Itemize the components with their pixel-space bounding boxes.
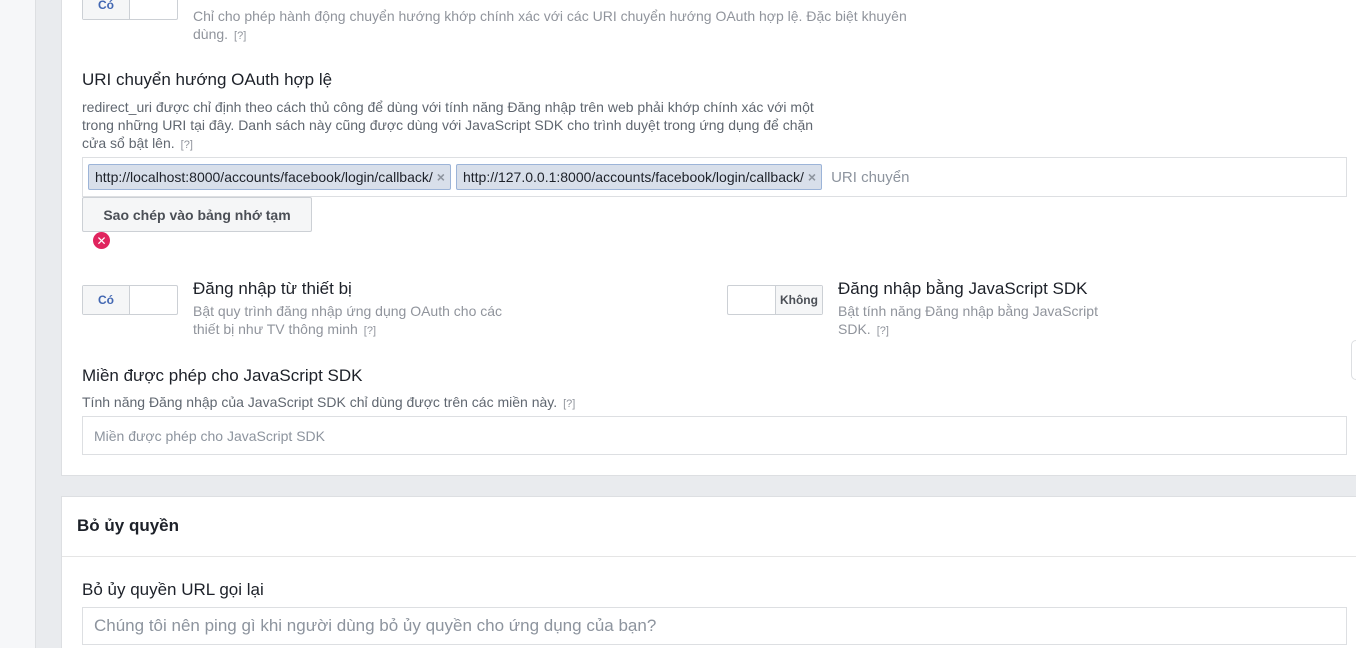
help-link[interactable]: [?]	[563, 398, 575, 410]
device-login-desc: Bật quy trình đăng nhập ứng dụng OAuth c…	[193, 303, 503, 337]
error-x-icon: ✕	[93, 232, 110, 249]
redirect-uri-tag: http://127.0.0.1:8000/accounts/facebook/…	[455, 164, 823, 190]
redirect-uri-input[interactable]: URI chuyển	[831, 169, 909, 186]
side-scroll-handle[interactable]	[1351, 340, 1356, 380]
redirect-uri-tag: http://localhost:8000/accounts/facebook/…	[88, 164, 451, 190]
remove-tag-icon[interactable]: ×	[437, 169, 445, 185]
device-login-title: Đăng nhập từ thiết bị	[193, 279, 352, 298]
toggle-on-label: Có	[83, 0, 131, 19]
help-link[interactable]: [?]	[877, 325, 889, 337]
help-link[interactable]: [?]	[181, 139, 193, 151]
section-divider	[62, 556, 1356, 557]
toggle-on-label: Có	[83, 286, 131, 314]
help-link[interactable]: [?]	[364, 325, 376, 337]
js-domains-label: Miền được phép cho JavaScript SDK	[82, 366, 363, 385]
js-sdk-login-toggle[interactable]: Không	[727, 285, 823, 315]
copy-to-clipboard-button[interactable]: Sao chép vào bảng nhớ tạm	[82, 197, 312, 232]
deauthorize-heading: Bỏ ủy quyền	[77, 516, 180, 535]
deauth-callback-label: Bỏ ủy quyền URL gọi lại	[82, 580, 264, 599]
remove-tag-icon[interactable]: ×	[808, 169, 816, 185]
redirect-uris-field[interactable]: http://localhost:8000/accounts/facebook/…	[82, 157, 1347, 197]
redirect-uris-desc: redirect_uri được chỉ định theo cách thủ…	[82, 99, 814, 151]
strict-mode-desc: Chỉ cho phép hành động chuyển hướng khớp…	[193, 8, 907, 42]
strict-mode-toggle[interactable]: Có	[82, 0, 178, 20]
left-sidebar-edge	[0, 0, 36, 648]
device-login-toggle[interactable]: Có	[82, 285, 178, 315]
help-link[interactable]: [?]	[234, 30, 246, 42]
js-domains-desc: Tính năng Đăng nhập của JavaScript SDK c…	[82, 394, 576, 410]
js-domains-input[interactable]: Miền được phép cho JavaScript SDK	[82, 416, 1347, 455]
redirect-uris-label: URI chuyển hướng OAuth hợp lệ	[82, 70, 333, 89]
js-sdk-login-desc: Bật tính năng Đăng nhập bằng JavaScript …	[838, 303, 1098, 337]
deauth-callback-input[interactable]: Chúng tôi nên ping gì khi người dùng bỏ …	[82, 607, 1347, 645]
toggle-off-label: Không	[774, 286, 822, 314]
js-sdk-login-title: Đăng nhập bằng JavaScript SDK	[838, 279, 1088, 298]
